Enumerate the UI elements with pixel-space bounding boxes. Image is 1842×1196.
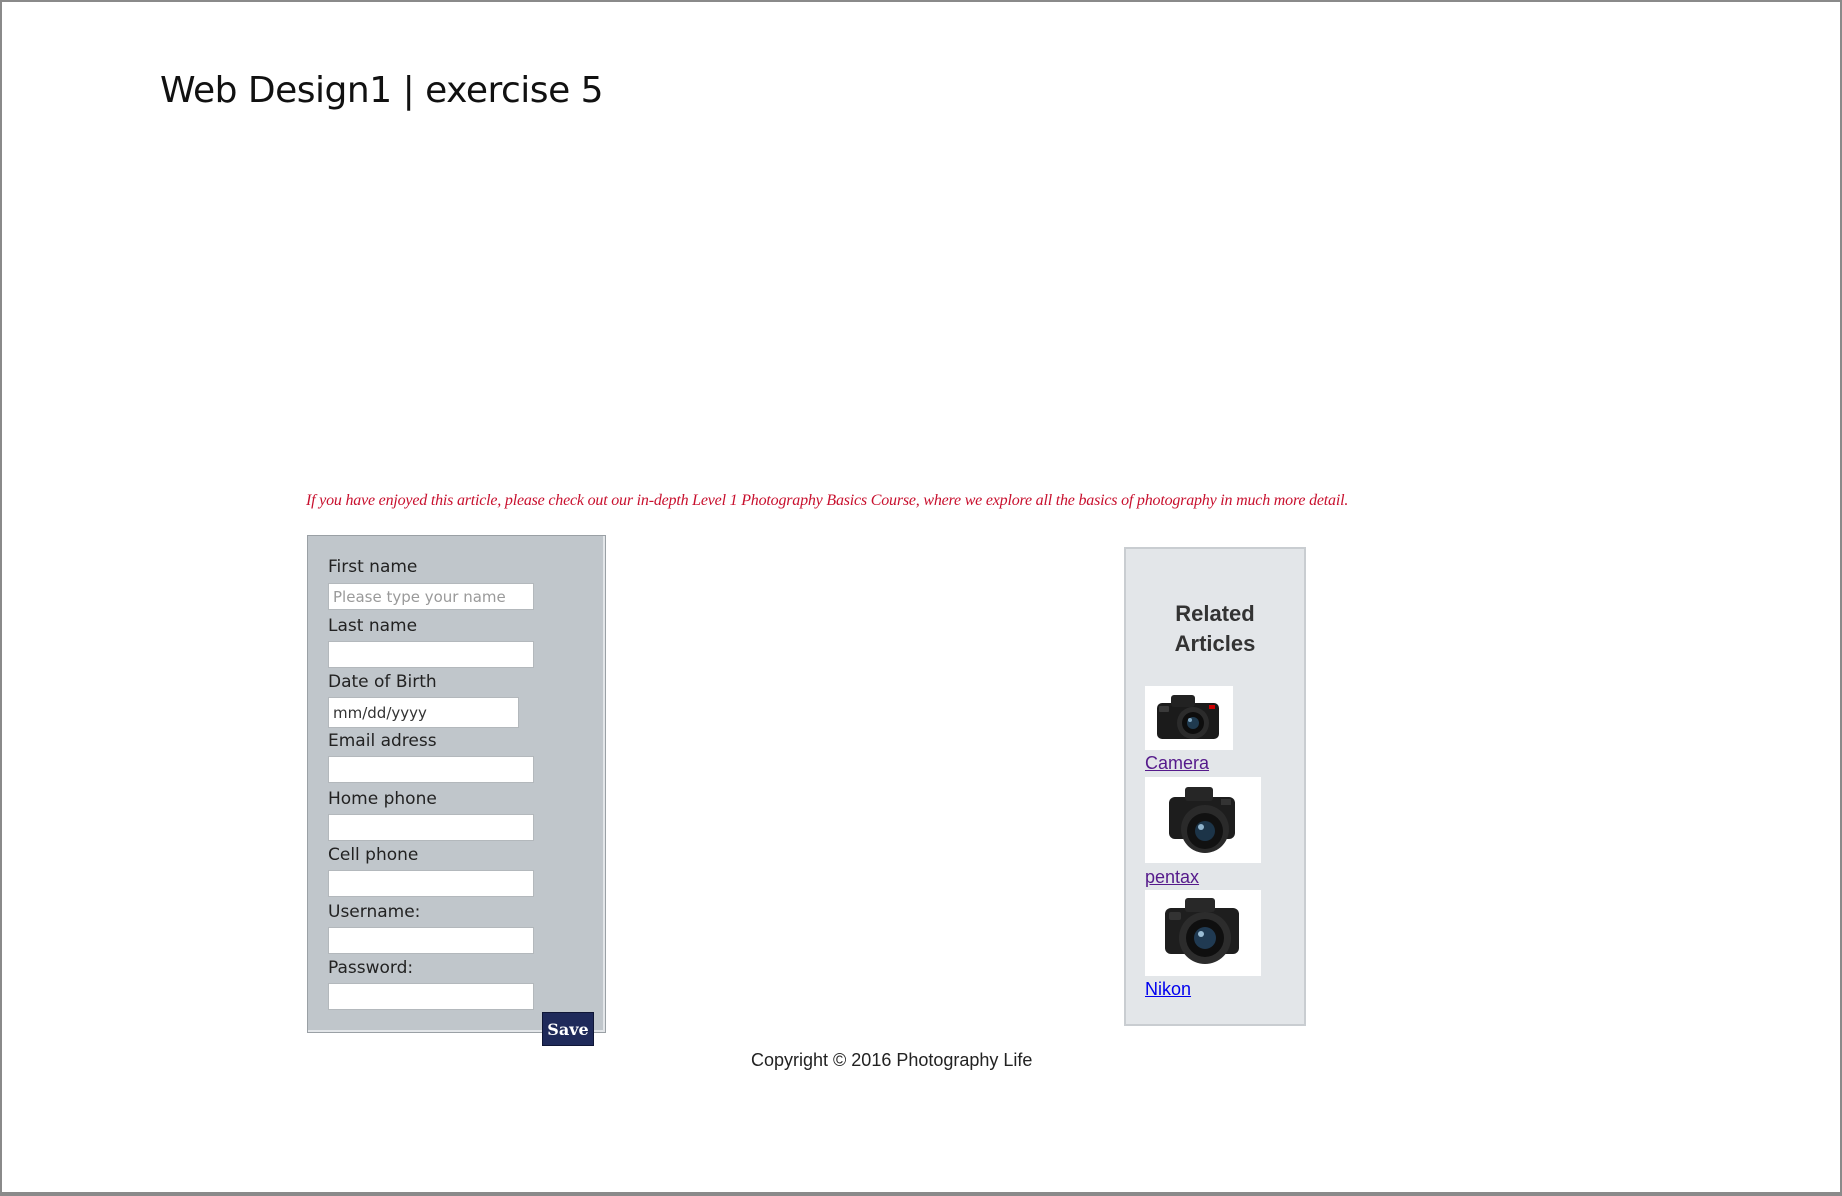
password-label: Password: (328, 958, 414, 978)
first-name-input[interactable] (328, 583, 534, 610)
home-phone-input[interactable] (328, 814, 534, 841)
home-phone-label: Home phone (328, 789, 437, 809)
email-input[interactable] (328, 756, 534, 783)
document-title: Web Design1 | exercise 5 (160, 70, 604, 111)
article-link-nikon[interactable]: Nikon (1145, 979, 1191, 1000)
camera-icon[interactable] (1145, 686, 1233, 750)
dob-input[interactable] (328, 697, 519, 728)
username-label: Username: (328, 902, 421, 922)
cell-phone-label: Cell phone (328, 845, 419, 865)
first-name-label: First name (328, 557, 418, 577)
registration-form: First name Last name Date of Birth Email… (307, 535, 606, 1046)
article-link-pentax[interactable]: pentax (1145, 867, 1199, 888)
article-link-camera[interactable]: Camera (1145, 753, 1209, 774)
dob-label: Date of Birth (328, 672, 437, 692)
document-page: Web Design1 | exercise 5 If you have enj… (0, 0, 1842, 1196)
last-name-input[interactable] (328, 641, 534, 668)
username-input[interactable] (328, 927, 534, 954)
save-button[interactable]: Save (542, 1012, 594, 1046)
copyright-text: Copyright © 2016 Photography Life (751, 1050, 1033, 1070)
email-label: Email adress (328, 731, 437, 751)
camera-icon[interactable] (1145, 777, 1261, 863)
camera-icon[interactable] (1145, 890, 1261, 976)
related-articles-panel: Related Articles Camera pentax Nikon (1124, 547, 1306, 1026)
password-input[interactable] (328, 983, 534, 1010)
cell-phone-input[interactable] (328, 870, 534, 897)
related-articles-title: Related Articles (1174, 601, 1256, 656)
promo-text: If you have enjoyed this article, please… (306, 492, 1349, 509)
last-name-label: Last name (328, 616, 418, 636)
